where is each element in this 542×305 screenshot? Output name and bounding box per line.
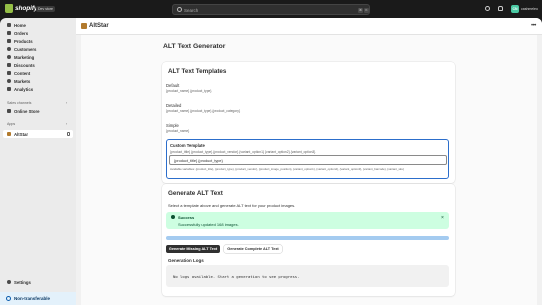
- generate-complete-button[interactable]: Generate Complete ALT Text: [224, 245, 282, 253]
- success-banner: Success Successfully updated 168 images.…: [166, 212, 449, 229]
- template-name: Simple: [166, 123, 179, 128]
- more-icon[interactable]: •••: [531, 23, 536, 29]
- custom-template-value: {product_title} {product_type}: [174, 159, 223, 163]
- template-name: Custom Template: [170, 143, 205, 148]
- templates-card: ALT Text Templates Default {product_name…: [162, 62, 455, 183]
- avatar[interactable]: CN: [511, 5, 519, 13]
- sidebar-item-settings[interactable]: Settings: [3, 278, 73, 286]
- sidebar: Home Orders Products Customers Marketing…: [0, 18, 76, 305]
- non-transferable-banner[interactable]: Non-transferable: [0, 292, 76, 305]
- logs-empty-text: No logs available. Start a generation to…: [173, 274, 300, 279]
- progress-fill: [166, 236, 449, 240]
- dev-store-badge: Dev store: [36, 6, 55, 12]
- generate-card-title: Generate ALT Text: [168, 190, 223, 197]
- sidekick-icon[interactable]: [485, 6, 490, 11]
- home-icon: [7, 23, 11, 27]
- shortcut-key-cmd: ⌘: [358, 7, 363, 13]
- sidebar-item-orders[interactable]: Orders: [3, 29, 73, 37]
- template-option-custom[interactable]: Custom Template {product_title} {product…: [166, 139, 449, 179]
- template-option-simple[interactable]: Simple {product_name}: [166, 123, 448, 133]
- sidebar-item-marketing[interactable]: Marketing: [3, 53, 73, 61]
- brand-name: shopify: [15, 5, 38, 12]
- sidebar-item-label: Products: [14, 38, 33, 44]
- sidebar-item-products[interactable]: Products: [3, 37, 73, 45]
- available-variables: Available variables: {product_title}, {p…: [170, 167, 404, 171]
- top-bar: shopify Dev store Search ⌘ K CN cashmele…: [0, 0, 542, 18]
- orders-icon: [7, 31, 11, 35]
- close-icon[interactable]: ×: [441, 215, 444, 221]
- store-icon: [7, 109, 11, 113]
- globe-icon: [7, 79, 11, 83]
- generation-logs-heading: Generation Logs: [168, 258, 204, 263]
- search-input[interactable]: Search ⌘ K: [172, 4, 370, 15]
- sidebar-item-online-store[interactable]: Online Store: [3, 107, 73, 115]
- generate-card: Generate ALT Text Select a template abov…: [162, 184, 455, 296]
- app-icon: [81, 23, 87, 29]
- sidebar-item-label: Content: [14, 70, 31, 76]
- sidebar-item-customers[interactable]: Customers: [3, 45, 73, 53]
- sidebar-item-label: Online Store: [14, 108, 40, 114]
- target-icon: [7, 55, 11, 59]
- progress-bar: [166, 236, 449, 240]
- page-title: ALT Text Generator: [163, 43, 226, 50]
- sidebar-item-home[interactable]: Home: [3, 21, 73, 29]
- success-title: Success: [178, 215, 195, 220]
- chevron-right-icon[interactable]: ›: [66, 122, 67, 126]
- template-option-default[interactable]: Default {product_name} {product_type}: [166, 83, 448, 93]
- generation-logs-box: No logs available. Start a generation to…: [166, 265, 449, 287]
- sidebar-item-discounts[interactable]: Discounts: [3, 61, 73, 69]
- sidebar-item-label: AltStar: [14, 131, 29, 137]
- sidebar-item-content[interactable]: Content: [3, 69, 73, 77]
- store-name[interactable]: cashmeleo: [521, 7, 538, 11]
- sidebar-item-label: Marketing: [14, 54, 35, 60]
- person-icon: [7, 47, 11, 51]
- sidebar-item-markets[interactable]: Markets: [3, 77, 73, 85]
- search-icon: [177, 7, 182, 12]
- app-icon: [7, 132, 11, 136]
- shortcut-key-k: K: [364, 7, 369, 13]
- generate-description: Select a template above and generate ALT…: [168, 203, 296, 208]
- tag-icon: [7, 39, 11, 43]
- sales-channels-heading[interactable]: Sales channels: [7, 101, 31, 105]
- info-icon: [6, 296, 11, 301]
- app-header: AltStar •••: [76, 18, 542, 35]
- success-message: Successfully updated 168 images.: [178, 222, 239, 227]
- bell-icon[interactable]: [498, 6, 503, 11]
- shopify-bag-icon: [5, 4, 13, 13]
- sidebar-item-label: Markets: [14, 78, 31, 84]
- apps-heading[interactable]: Apps: [7, 122, 15, 126]
- search-placeholder: Search: [184, 7, 199, 13]
- template-name: Default: [166, 83, 180, 88]
- template-pattern: {product_title} {product_type} {product_…: [170, 150, 316, 154]
- sidebar-item-label: Orders: [14, 30, 29, 36]
- template-pattern: {product_name} {product_type}: [166, 89, 212, 93]
- sidebar-item-analytics[interactable]: Analytics: [3, 85, 73, 93]
- sidebar-item-label: Home: [14, 22, 26, 28]
- sidebar-item-label: Settings: [14, 279, 31, 285]
- discount-icon: [7, 63, 11, 67]
- chart-icon: [7, 87, 11, 91]
- non-transferable-label: Non-transferable: [14, 296, 51, 301]
- check-circle-icon: [171, 215, 175, 219]
- custom-template-input[interactable]: {product_title} {product_type}: [169, 155, 447, 165]
- content-icon: [7, 71, 11, 75]
- template-name: Detailed: [166, 103, 182, 108]
- pin-icon[interactable]: [67, 132, 70, 136]
- shopify-logo[interactable]: shopify: [5, 4, 38, 13]
- template-option-detailed[interactable]: Detailed {product_name} {product_type} {…: [166, 103, 448, 113]
- app-title: AltStar: [89, 23, 109, 29]
- sidebar-item-label: Discounts: [14, 62, 35, 68]
- sidebar-item-label: Analytics: [14, 86, 34, 92]
- template-pattern: {product_name} {product_type} {product_c…: [166, 109, 241, 113]
- chevron-right-icon[interactable]: ›: [66, 101, 67, 105]
- generate-missing-button[interactable]: Generate Missing ALT Text: [166, 245, 220, 253]
- sidebar-item-label: Customers: [14, 46, 37, 52]
- sidebar-item-altstar[interactable]: AltStar: [3, 130, 73, 138]
- template-pattern: {product_name}: [166, 129, 190, 133]
- gear-icon: [7, 280, 11, 284]
- templates-card-title: ALT Text Templates: [168, 68, 227, 75]
